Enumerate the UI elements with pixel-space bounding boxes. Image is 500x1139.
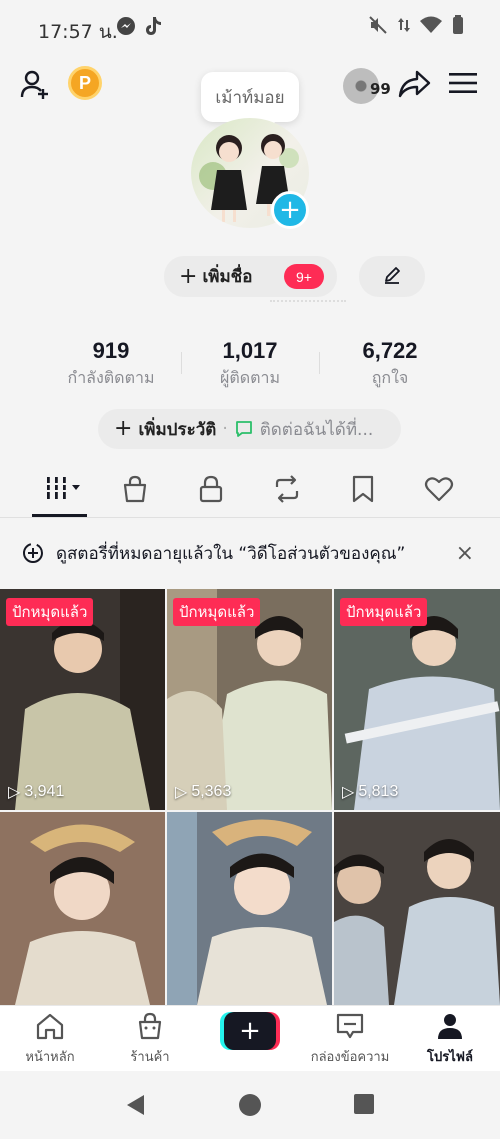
stories-notice-banner[interactable]: ดูสตอรี่ที่หมดอายุแล้วใน “วิดีโอส่วนตัวข… bbox=[0, 532, 500, 574]
heart-icon bbox=[424, 475, 454, 507]
video-thumbnail-image bbox=[334, 812, 500, 1005]
view-count: ▷ 3,941 bbox=[8, 782, 64, 802]
add-friend-icon[interactable] bbox=[18, 66, 54, 102]
view-count: ▷ 5,813 bbox=[342, 782, 398, 802]
pinned-label: ปักหมุดแล้ว bbox=[173, 598, 261, 626]
nav-inbox[interactable]: กล่องข้อความ bbox=[305, 1012, 395, 1067]
plus-icon: + bbox=[224, 1012, 276, 1050]
bookmark-icon bbox=[351, 475, 375, 507]
home-icon bbox=[20, 1012, 80, 1044]
stat-likes[interactable]: 6,722 ถูกใจ bbox=[305, 338, 475, 391]
name-tooltip: เม้าท์มอย bbox=[201, 72, 299, 130]
video-grid: ปักหมุดแล้ว ▷ 3,941 ปักหมุดแล้ว ▷ 5,363 ปั… bbox=[0, 589, 500, 1005]
coin-letter: P bbox=[68, 66, 102, 100]
contact-link[interactable]: ติดต่อฉันได้ที่... bbox=[260, 416, 374, 443]
add-bio-button[interactable]: + เพิ่มประวัติ bbox=[114, 416, 216, 443]
music-disc-icon[interactable]: 99 bbox=[343, 66, 393, 106]
nav-label: กล่องข้อความ bbox=[310, 1050, 390, 1065]
close-icon[interactable]: × bbox=[456, 541, 474, 566]
stat-value: 6,722 bbox=[362, 338, 418, 363]
separator-dot: · bbox=[222, 419, 228, 439]
add-name-label: เพิ่มชื่อ bbox=[202, 267, 253, 287]
profile-icon bbox=[420, 1012, 480, 1044]
chat-icon bbox=[234, 419, 254, 439]
edit-profile-button[interactable] bbox=[359, 256, 425, 297]
videos-grid-icon bbox=[43, 475, 83, 507]
repost-icon bbox=[272, 475, 302, 507]
tiktok-icon bbox=[144, 16, 162, 40]
tab-videos[interactable] bbox=[30, 466, 96, 516]
menu-icon[interactable] bbox=[448, 70, 478, 96]
shop-icon bbox=[120, 1012, 180, 1044]
add-bio-label: เพิ่มประวัติ bbox=[138, 419, 217, 440]
messenger-icon bbox=[116, 16, 136, 40]
divider bbox=[270, 300, 346, 302]
battery-icon bbox=[452, 15, 464, 39]
status-bar: 17:57 น. bbox=[0, 0, 500, 56]
video-thumbnail-image bbox=[0, 812, 165, 1005]
pinned-label: ปักหมุดแล้ว bbox=[6, 598, 94, 626]
music-count: 99 bbox=[370, 80, 391, 98]
video-thumbnail[interactable]: ปักหมุดแล้ว ▷ 5,363 bbox=[167, 589, 332, 810]
recents-icon[interactable] bbox=[353, 1093, 375, 1119]
tab-saved[interactable] bbox=[330, 466, 396, 516]
wifi-icon bbox=[420, 16, 442, 38]
bio-row: + เพิ่มประวัติ · ติดต่อฉันได้ที่... bbox=[98, 409, 401, 449]
lock-icon bbox=[198, 475, 224, 507]
view-count-value: 5,813 bbox=[358, 783, 399, 800]
play-icon: ▷ bbox=[175, 784, 188, 801]
tab-private[interactable] bbox=[178, 466, 244, 516]
video-thumbnail[interactable]: ปักหมุดแล้ว ▷ 5,813 bbox=[334, 589, 500, 810]
nav-profile[interactable]: โปรไฟล์ bbox=[420, 1012, 480, 1067]
video-thumbnail[interactable]: ปักหมุดแล้ว ▷ 3,941 bbox=[0, 589, 165, 810]
data-arrows-icon bbox=[398, 16, 410, 38]
play-icon: ▷ bbox=[342, 784, 355, 801]
shop-bag-icon bbox=[121, 475, 149, 507]
plus-icon: + bbox=[179, 264, 198, 289]
tab-liked[interactable] bbox=[406, 466, 472, 516]
pencil-icon bbox=[382, 265, 402, 289]
tab-reposts[interactable] bbox=[254, 466, 320, 516]
stat-label: ถูกใจ bbox=[371, 368, 409, 387]
notification-badge: 9+ bbox=[284, 264, 324, 289]
home-circle-icon[interactable] bbox=[238, 1093, 262, 1121]
view-count: ▷ 5,363 bbox=[175, 782, 231, 802]
back-icon[interactable] bbox=[124, 1093, 148, 1121]
mute-icon bbox=[368, 15, 388, 39]
profile-stats: 919 กำลังติดตาม 1,017 ผู้ติดตาม 6,722 ถู… bbox=[0, 338, 500, 398]
story-add-icon bbox=[22, 542, 44, 564]
nav-label: หน้าหลัก bbox=[25, 1050, 75, 1065]
profile-tabs bbox=[0, 466, 500, 518]
share-icon[interactable] bbox=[396, 66, 432, 102]
video-thumbnail[interactable] bbox=[167, 812, 332, 1005]
active-tab-indicator bbox=[32, 514, 87, 517]
create-button[interactable]: + bbox=[220, 1012, 280, 1050]
nav-shop[interactable]: ร้านค้า bbox=[120, 1012, 180, 1067]
notice-text: ดูสตอรี่ที่หมดอายุแล้วใน “วิดีโอส่วนตัวข… bbox=[56, 543, 406, 564]
nav-label: ร้านค้า bbox=[130, 1050, 170, 1065]
add-story-button[interactable]: + bbox=[271, 191, 309, 229]
status-time: 17:57 น. bbox=[38, 21, 118, 43]
view-count-value: 5,363 bbox=[191, 783, 232, 800]
plus-icon: + bbox=[114, 415, 133, 441]
pinned-label: ปักหมุดแล้ว bbox=[340, 598, 428, 626]
view-count-value: 3,941 bbox=[24, 783, 65, 800]
tab-shop[interactable] bbox=[102, 466, 168, 516]
play-icon: ▷ bbox=[8, 784, 21, 801]
video-thumbnail[interactable] bbox=[0, 812, 165, 1005]
coin-icon[interactable]: P bbox=[68, 66, 102, 100]
video-thumbnail[interactable] bbox=[334, 812, 500, 1005]
system-nav-bar bbox=[0, 1071, 500, 1139]
nav-home[interactable]: หน้าหลัก bbox=[20, 1012, 80, 1067]
nav-label: โปรไฟล์ bbox=[427, 1050, 473, 1065]
inbox-icon bbox=[305, 1012, 395, 1044]
video-thumbnail-image bbox=[167, 812, 332, 1005]
